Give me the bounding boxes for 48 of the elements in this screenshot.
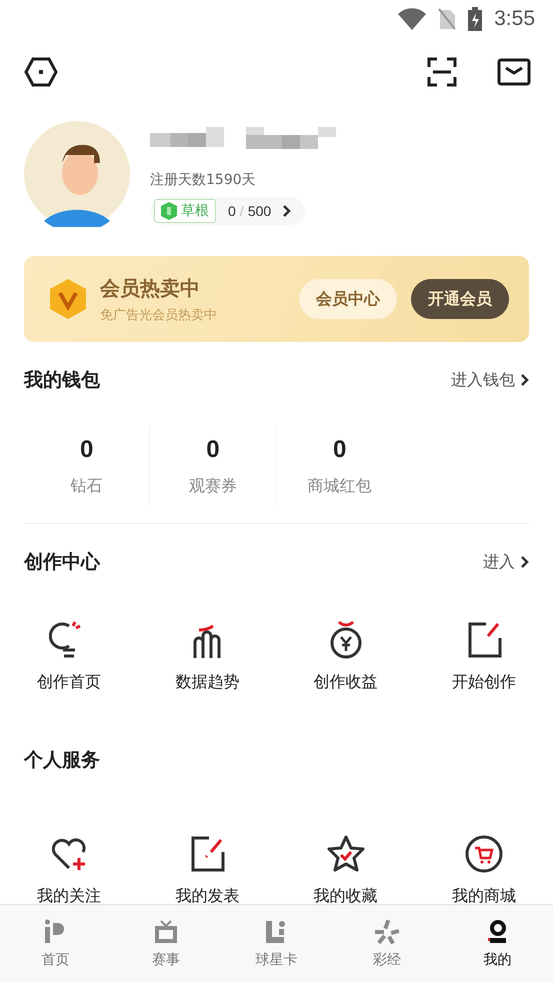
chevron-right-icon (521, 374, 529, 386)
vip-title: 会员热卖中 (100, 274, 201, 302)
creation-link[interactable]: 进入 (483, 552, 529, 572)
open-vip-button[interactable]: 开通会员 (411, 279, 509, 319)
wallet-link[interactable]: 进入钱包 (451, 370, 529, 390)
shortcut-label[interactable]: 我的关注 (37, 886, 102, 906)
avatar[interactable] (24, 121, 130, 227)
wifi-icon (398, 8, 426, 30)
vip-center-button[interactable]: 会员中心 (299, 279, 397, 319)
wallet-value: 0 (80, 436, 94, 464)
shortcut-label[interactable]: 我的商城 (452, 886, 516, 906)
chevron-right-icon (521, 556, 529, 568)
battery-icon (468, 7, 482, 31)
tab[interactable]: 我的 (442, 905, 553, 983)
shortcut-label[interactable]: 创作首页 (37, 672, 102, 692)
points-pill[interactable]: 草根 0 / 500 (150, 197, 306, 225)
shortcut-label[interactable]: 我的收藏 (314, 886, 378, 906)
scan-icon[interactable] (427, 57, 457, 87)
registration-days: 注册天数1590天 (150, 171, 340, 189)
section-title: 创作中心 (24, 550, 100, 575)
vip-badge-icon (50, 279, 86, 319)
points-count: 0 / 500 (228, 203, 272, 219)
chevron-right-icon (283, 205, 292, 217)
section-title: 个人服务 (24, 748, 100, 773)
wallet-label: 钻石 (70, 476, 103, 496)
section-title: 我的钱包 (24, 368, 100, 393)
vip-subtitle: 免广告光会员热卖中 (100, 306, 218, 324)
burst-icon (374, 919, 400, 945)
tv-icon (152, 919, 179, 945)
tab[interactable]: 赛事 (110, 905, 222, 983)
level-badge: 草根 (154, 199, 216, 223)
wallet-value: 0 (332, 436, 346, 464)
wallet-label: 商城红包 (308, 476, 372, 496)
mail-icon[interactable] (497, 58, 531, 86)
clock-time: 3:55 (494, 7, 535, 31)
settings-icon[interactable] (24, 57, 58, 87)
tab[interactable]: 首页 (0, 905, 111, 983)
tab[interactable]: 彩经 (332, 905, 442, 983)
shortcut-label[interactable]: 创作收益 (314, 672, 378, 692)
no-sim-icon (438, 8, 456, 30)
wallet-value: 0 (206, 436, 220, 464)
tab[interactable]: 球星卡 (221, 905, 332, 983)
shortcut-label[interactable]: 我的发表 (175, 886, 240, 906)
shortcut-label[interactable]: 数据趋势 (175, 672, 240, 692)
shopping-cart-icon (464, 834, 504, 874)
wallet-label: 观赛券 (188, 476, 237, 496)
star-check-icon (326, 834, 366, 874)
shortcut-label[interactable]: 开始创作 (452, 672, 516, 692)
